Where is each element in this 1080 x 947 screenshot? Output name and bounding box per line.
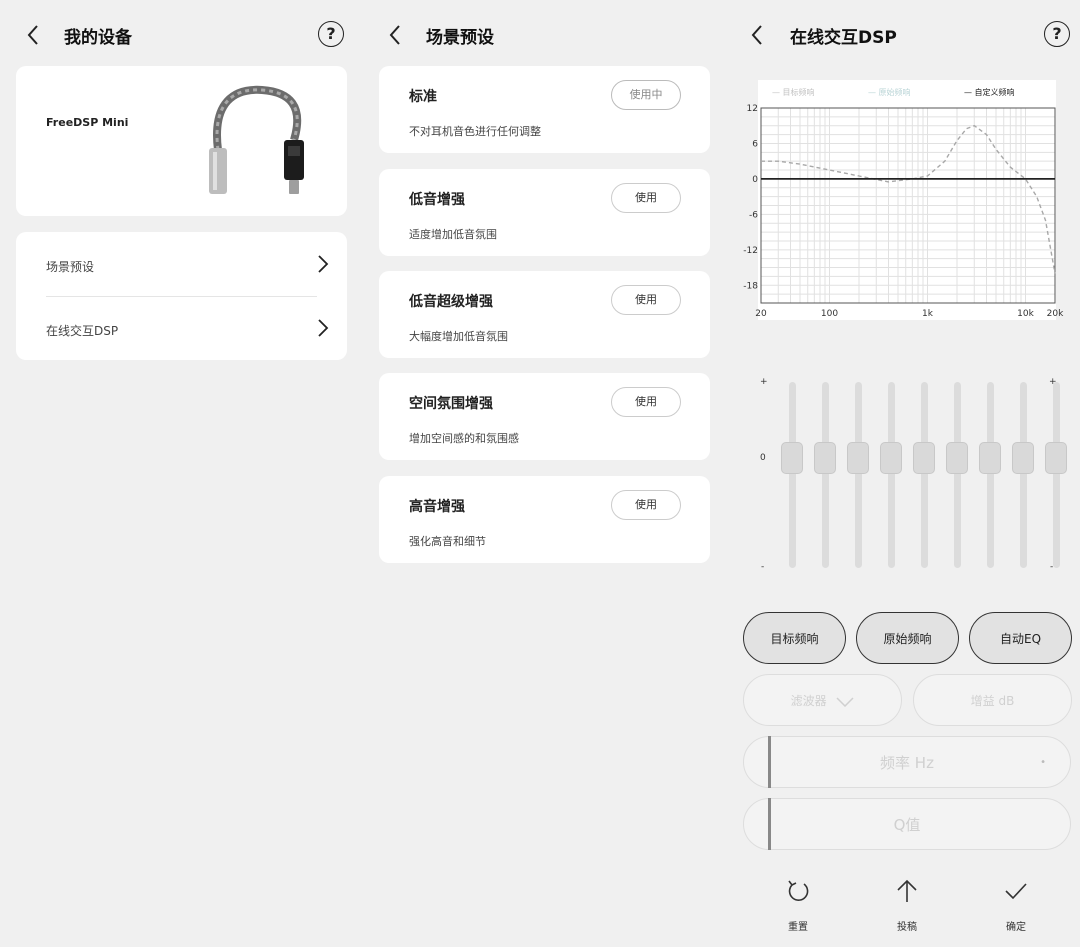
chevron-left-icon bbox=[389, 25, 400, 45]
q-field[interactable]: Q值 bbox=[743, 798, 1071, 850]
preset-card-super-bass: 低音超级增强 使用 大幅度增加低音氛围 bbox=[379, 271, 710, 358]
use-button[interactable]: 使用 bbox=[611, 387, 681, 417]
x-tick-label: 1k bbox=[922, 309, 934, 319]
eq-slider-knob[interactable] bbox=[946, 442, 968, 474]
confirm-button[interactable]: 确定 bbox=[986, 878, 1046, 933]
device-header: 我的设备 ? bbox=[0, 18, 362, 52]
original-response-button[interactable]: 原始频响 bbox=[856, 612, 959, 664]
y-tick-label: 0 bbox=[752, 175, 758, 185]
preset-header: 场景预设 bbox=[362, 18, 724, 52]
device-panel: 我的设备 ? FreeDSP Mini 场景预设 在线交互DSP bbox=[0, 0, 362, 947]
dsp-panel: 在线交互DSP ? — 目标频响 — 原始频响 — 自定义频响 12 6 0 -6 -1… bbox=[724, 0, 1080, 947]
preset-card-spatial: 空间氛围增强 使用 增加空间感的和氛围感 bbox=[379, 373, 710, 460]
eq-zero-left: 0 bbox=[760, 453, 766, 463]
frequency-label: 频率 Hz bbox=[880, 754, 934, 772]
back-button[interactable] bbox=[388, 24, 402, 46]
menu-item-label: 在线交互DSP bbox=[46, 324, 119, 338]
reset-label: 重置 bbox=[788, 922, 808, 933]
preset-name: 高音增强 bbox=[409, 499, 465, 515]
eq-slider-track[interactable] bbox=[855, 382, 862, 568]
eq-slider-knob[interactable] bbox=[880, 442, 902, 474]
use-button[interactable]: 使用 bbox=[611, 490, 681, 520]
in-use-button[interactable]: 使用中 bbox=[611, 80, 681, 110]
eq-slider-track[interactable] bbox=[987, 382, 994, 568]
chevron-right-icon bbox=[318, 255, 329, 273]
preset-card-bass: 低音增强 使用 适度增加低音氛围 bbox=[379, 169, 710, 256]
refresh-icon bbox=[788, 880, 809, 901]
y-tick-label: -18 bbox=[743, 281, 758, 291]
series-line-0 bbox=[761, 124, 1056, 274]
preset-desc: 适度增加低音氛围 bbox=[409, 228, 497, 241]
eq-slider-knob[interactable] bbox=[847, 442, 869, 474]
menu-item-label: 场景预设 bbox=[46, 260, 95, 274]
preset-name: 空间氛围增强 bbox=[409, 396, 493, 412]
preset-name: 低音超级增强 bbox=[409, 294, 493, 310]
arrow-up-icon bbox=[897, 879, 917, 902]
target-response-button[interactable]: 目标频响 bbox=[743, 612, 846, 664]
filter-select[interactable]: 滤波器 bbox=[743, 674, 902, 726]
eq-slider-knob[interactable] bbox=[814, 442, 836, 474]
y-tick-label: 12 bbox=[747, 104, 758, 114]
x-tick-label: 100 bbox=[821, 309, 838, 319]
preset-card-treble: 高音增强 使用 强化高音和细节 bbox=[379, 476, 710, 563]
chart-plot[interactable]: 12 6 0 -6 -12 -18 20 100 1k 10k 20k bbox=[724, 0, 1080, 330]
eq-slider-track[interactable] bbox=[888, 382, 895, 568]
y-tick-label: -6 bbox=[749, 210, 758, 220]
help-button[interactable]: ? bbox=[318, 21, 344, 47]
preset-name: 低音增强 bbox=[409, 192, 465, 208]
eq-slider-track[interactable] bbox=[1020, 382, 1027, 568]
x-tick-label: 20k bbox=[1047, 309, 1064, 319]
eq-slider-knob[interactable] bbox=[781, 442, 803, 474]
check-icon bbox=[1005, 883, 1027, 900]
reset-button[interactable]: 重置 bbox=[768, 878, 828, 933]
back-button[interactable] bbox=[26, 24, 40, 46]
dongle-image bbox=[209, 85, 304, 194]
eq-slider-track[interactable] bbox=[822, 382, 829, 568]
preset-panel: 场景预设 标准 使用中 不对耳机音色进行任何调整 低音增强 使用 适度增加低音氛… bbox=[362, 0, 724, 947]
use-button[interactable]: 使用 bbox=[611, 183, 681, 213]
chevron-down-icon bbox=[836, 696, 854, 707]
freq-slider-handle[interactable] bbox=[768, 736, 771, 788]
eq-minus-left: - bbox=[761, 562, 765, 572]
use-button[interactable]: 使用 bbox=[611, 285, 681, 315]
submit-button[interactable]: 投稿 bbox=[877, 878, 937, 933]
preset-desc: 不对耳机音色进行任何调整 bbox=[409, 125, 541, 138]
device-menu: 场景预设 在线交互DSP bbox=[16, 232, 347, 360]
preset-card-standard: 标准 使用中 不对耳机音色进行任何调整 bbox=[379, 66, 710, 153]
auto-eq-button[interactable]: 自动EQ bbox=[969, 612, 1072, 664]
preset-desc: 强化高音和细节 bbox=[409, 535, 486, 548]
page-title: 我的设备 bbox=[64, 28, 132, 48]
eq-slider-track[interactable] bbox=[1053, 382, 1060, 568]
dot-icon: • bbox=[1040, 757, 1046, 768]
filter-label: 滤波器 bbox=[790, 694, 827, 708]
eq-slider-track[interactable] bbox=[789, 382, 796, 568]
eq-slider-knob[interactable] bbox=[979, 442, 1001, 474]
y-tick-label: -12 bbox=[743, 246, 758, 256]
gain-field[interactable]: 增益 dB bbox=[913, 674, 1072, 726]
menu-item-presets[interactable]: 场景预设 bbox=[16, 232, 347, 296]
menu-item-dsp[interactable]: 在线交互DSP bbox=[16, 296, 347, 360]
eq-slider-knob[interactable] bbox=[1045, 442, 1067, 474]
eq-slider-knob[interactable] bbox=[913, 442, 935, 474]
frequency-field[interactable]: 频率 Hz • bbox=[743, 736, 1071, 788]
eq-plus-left: + bbox=[760, 377, 768, 387]
chevron-left-icon bbox=[27, 25, 38, 45]
preset-desc: 大幅度增加低音氛围 bbox=[409, 330, 508, 343]
page-title: 场景预设 bbox=[426, 28, 494, 48]
confirm-label: 确定 bbox=[1006, 922, 1026, 933]
preset-desc: 增加空间感的和氛围感 bbox=[409, 432, 519, 445]
x-tick-label: 20 bbox=[755, 309, 767, 319]
q-label: Q值 bbox=[893, 816, 921, 834]
eq-slider-track[interactable] bbox=[954, 382, 961, 568]
x-tick-label: 10k bbox=[1017, 309, 1034, 319]
preset-name: 标准 bbox=[409, 89, 437, 105]
y-tick-label: 6 bbox=[752, 139, 758, 149]
eq-slider-knob[interactable] bbox=[1012, 442, 1034, 474]
submit-label: 投稿 bbox=[897, 922, 917, 933]
eq-slider-track[interactable] bbox=[921, 382, 928, 568]
q-slider-handle[interactable] bbox=[768, 798, 771, 850]
device-name: FreeDSP Mini bbox=[46, 116, 129, 129]
chevron-right-icon bbox=[318, 319, 329, 337]
device-card[interactable]: FreeDSP Mini bbox=[16, 66, 347, 216]
